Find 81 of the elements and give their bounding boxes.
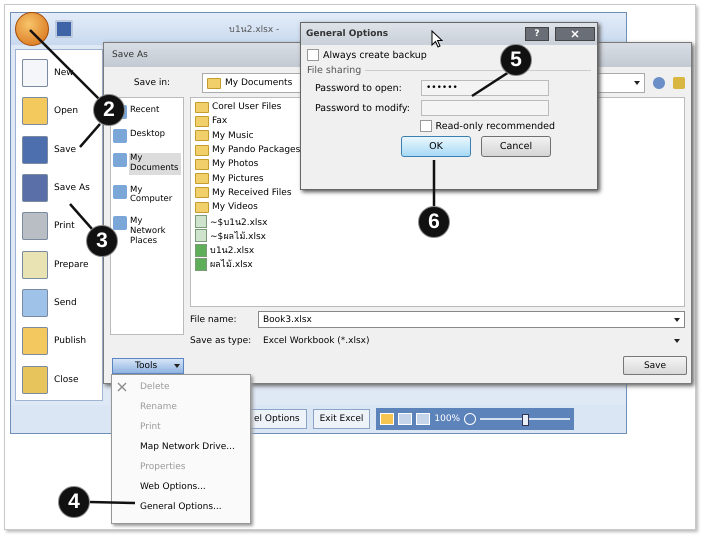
password-field[interactable]: •••••• <box>421 80 549 96</box>
place-icon <box>113 216 127 230</box>
dialog-title: Save As <box>112 50 148 60</box>
file-name-field[interactable]: Book3.xlsx <box>258 311 685 328</box>
folder-icon <box>195 173 209 184</box>
save-type-dropdown[interactable]: Excel Workbook (*.xlsx) <box>258 332 685 349</box>
save-in-label: Save in: <box>132 78 172 88</box>
help-button[interactable]: ? <box>525 27 549 41</box>
leader-line <box>79 123 101 148</box>
place-item[interactable]: Recent <box>129 105 160 117</box>
menu-item[interactable]: Save <box>16 130 76 169</box>
pointer-icon <box>431 30 443 48</box>
file-name[interactable]: My Pando Packages <box>212 145 300 156</box>
folder-icon <box>195 116 209 127</box>
menu-item[interactable]: Open <box>16 92 78 131</box>
ok-button[interactable]: OK <box>401 136 471 157</box>
folder-icon <box>195 187 209 198</box>
file-name[interactable]: My Photos <box>212 159 258 170</box>
close-icon <box>571 30 579 38</box>
save-button[interactable]: Save <box>623 356 687 375</box>
file-name[interactable]: Fax <box>212 116 228 126</box>
window-title: บ1น2.xlsx - <box>229 24 280 36</box>
folder-icon <box>195 102 209 113</box>
password-label: Password to modify: <box>315 102 411 114</box>
place-icon <box>113 153 127 167</box>
menu-item[interactable]: Map Network Drive... <box>112 437 250 457</box>
zoom-out-icon[interactable] <box>464 413 476 425</box>
menu-item[interactable]: Close <box>16 360 79 399</box>
menu-footer-button[interactable]: Exit Excel <box>312 409 370 429</box>
file-name[interactable]: Corel User Files <box>212 102 282 112</box>
place-item[interactable]: Desktop <box>129 129 166 141</box>
spreadsheet-icon <box>195 215 207 228</box>
file-name[interactable]: My Videos <box>212 202 258 212</box>
spreadsheet-icon <box>195 258 207 271</box>
password-field[interactable] <box>421 100 549 116</box>
menu-item[interactable]: Send <box>16 284 77 322</box>
file-name[interactable]: ~$บ1น2.xlsx <box>210 214 268 229</box>
cancel-button[interactable]: Cancel <box>481 136 551 157</box>
file-name[interactable]: ผลไม้.xlsx <box>210 257 253 272</box>
file-name[interactable]: บ1น2.xlsx <box>210 243 254 258</box>
close-button[interactable] <box>555 27 595 41</box>
save-icon[interactable] <box>55 20 73 38</box>
place-item[interactable]: My Computer <box>129 184 181 206</box>
normal-view-icon[interactable] <box>380 413 394 425</box>
leader-line <box>432 160 436 206</box>
tools-button[interactable]: Tools <box>112 358 184 374</box>
menu-item[interactable]: General Options... <box>112 497 250 517</box>
file-name[interactable]: ~$ผลไม้.xlsx <box>210 228 266 243</box>
leader-line <box>29 29 101 101</box>
menu-item[interactable]: Prepare <box>16 245 89 284</box>
save-type-label: Save as type: <box>190 336 252 346</box>
menu-item[interactable]: Web Options... <box>112 477 250 497</box>
folder-icon <box>195 202 209 213</box>
spreadsheet-icon <box>195 229 207 242</box>
zoom-level: 100% <box>434 414 460 424</box>
folder-icon <box>195 144 209 156</box>
file-name[interactable]: My Music <box>212 130 254 141</box>
page-layout-icon[interactable] <box>398 413 412 425</box>
page-break-icon[interactable] <box>416 413 430 425</box>
office-button[interactable] <box>15 12 49 46</box>
place-icon <box>113 184 127 199</box>
spreadsheet-icon <box>195 244 207 257</box>
folder-icon <box>195 158 209 170</box>
back-icon[interactable] <box>653 77 665 89</box>
folder-icon <box>195 130 209 142</box>
group-label: File sharing <box>307 65 362 76</box>
place-icon <box>113 129 127 143</box>
place-item[interactable]: My Documents <box>129 153 181 175</box>
file-name-label: File name: <box>190 314 238 324</box>
close-icon <box>117 382 127 392</box>
zoom-slider-thumb[interactable] <box>522 414 530 426</box>
password-label: Password to open: <box>315 82 403 94</box>
file-name[interactable]: My Pictures <box>212 174 264 184</box>
leader-line <box>90 500 136 504</box>
file-name[interactable]: My Received Files <box>212 188 292 198</box>
read-only-checkbox[interactable]: Read-only recommended <box>420 120 555 132</box>
menu-item[interactable]: Save As <box>16 168 90 208</box>
dialog-title: General Options <box>306 29 388 39</box>
place-item[interactable]: My Network Places <box>129 216 181 248</box>
menu-item[interactable]: Print <box>16 207 75 246</box>
menu-item[interactable]: Publish <box>16 322 86 360</box>
